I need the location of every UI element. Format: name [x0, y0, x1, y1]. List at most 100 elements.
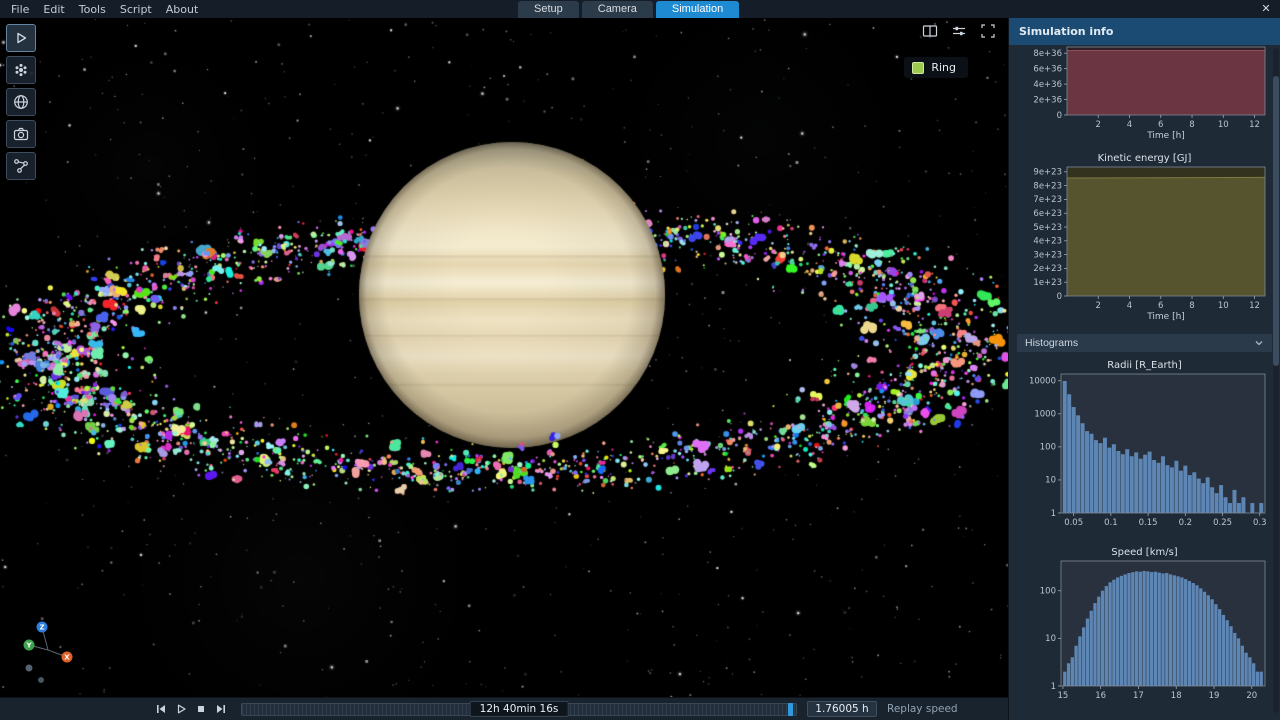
legend-swatch: [912, 62, 924, 74]
split-view-button[interactable]: [920, 22, 940, 40]
particles-icon: [12, 61, 30, 79]
svg-text:0.25: 0.25: [1213, 518, 1232, 528]
svg-text:0.1: 0.1: [1104, 518, 1118, 528]
svg-text:6e+36: 6e+36: [1033, 64, 1062, 74]
split-view-icon: [922, 23, 938, 39]
svg-text:0: 0: [1057, 292, 1062, 302]
viewport-column: Ring Z Y X: [0, 18, 1008, 720]
svg-text:0.3: 0.3: [1253, 518, 1267, 528]
svg-text:10: 10: [1218, 301, 1229, 311]
svg-text:8: 8: [1189, 120, 1194, 130]
play-icon: [12, 29, 30, 47]
svg-text:1: 1: [1051, 509, 1056, 519]
camera-icon: [12, 125, 30, 143]
timeline-scrubber[interactable]: 12h 40min 16s: [241, 703, 797, 716]
time-display: 12h 40min 16s: [470, 701, 569, 717]
svg-text:1e+23: 1e+23: [1033, 278, 1062, 288]
panel-scrollbar-thumb[interactable]: [1273, 76, 1279, 366]
menu-tools[interactable]: Tools: [72, 3, 113, 16]
tab-setup[interactable]: Setup: [518, 1, 579, 18]
svg-text:17: 17: [1133, 691, 1144, 701]
panel-title: Simulation info: [1009, 18, 1280, 45]
svg-text:12: 12: [1249, 301, 1260, 311]
close-button[interactable]: ✕: [1256, 0, 1276, 18]
play-button[interactable]: [172, 701, 189, 717]
scene-canvas[interactable]: [0, 18, 1008, 697]
chevron-down-icon: [1254, 339, 1264, 347]
axis-x-handle[interactable]: X: [62, 652, 73, 663]
stop-icon: [195, 703, 207, 715]
menu-bar: File Edit Tools Script About: [0, 3, 205, 16]
svg-text:8e+23: 8e+23: [1033, 181, 1062, 191]
svg-text:100: 100: [1040, 443, 1056, 453]
svg-text:Z: Z: [39, 624, 44, 632]
svg-text:20: 20: [1246, 691, 1257, 701]
timeline-thumb[interactable]: [788, 703, 793, 716]
skip-start-button[interactable]: [152, 701, 169, 717]
svg-text:9e+23: 9e+23: [1033, 168, 1062, 178]
svg-text:2: 2: [1096, 120, 1101, 130]
svg-text:Y: Y: [25, 642, 32, 650]
chart-title: Radii [R_Earth]: [1017, 360, 1272, 371]
stop-button[interactable]: [192, 701, 209, 717]
svg-text:X: X: [64, 654, 70, 662]
svg-text:2e+36: 2e+36: [1033, 95, 1062, 105]
fullscreen-icon: [980, 23, 996, 39]
histograms-section-header[interactable]: Histograms: [1017, 334, 1272, 352]
svg-text:0.05: 0.05: [1064, 518, 1083, 528]
replay-speed-input[interactable]: 1.76005 h: [807, 701, 877, 717]
axis-neg-handle[interactable]: [38, 677, 44, 683]
viewport-3d[interactable]: Ring Z Y X: [0, 18, 1008, 697]
skip-end-icon: [215, 703, 227, 715]
svg-text:4e+23: 4e+23: [1033, 237, 1062, 247]
ring-legend[interactable]: Ring: [904, 57, 968, 78]
svg-text:0.15: 0.15: [1139, 518, 1158, 528]
node-graph-tool-button[interactable]: [6, 152, 36, 180]
sliders-button[interactable]: [949, 22, 969, 40]
orientation-gizmo[interactable]: Z Y X: [14, 616, 94, 696]
chart-top-partial: 02e+364e+366e+368e+3624681012Time [h]: [1017, 45, 1272, 145]
simulation-app: File Edit Tools Script About Setup Camer…: [0, 0, 1280, 720]
svg-text:10: 10: [1045, 634, 1056, 644]
menu-edit[interactable]: Edit: [36, 3, 71, 16]
replay-speed-label: Replay speed: [887, 703, 958, 715]
svg-text:8: 8: [1189, 301, 1194, 311]
histogram-chart: 110100151617181920: [1017, 558, 1273, 708]
area-chart: 01e+232e+233e+234e+235e+236e+237e+238e+2…: [1017, 164, 1273, 322]
tab-simulation[interactable]: Simulation: [656, 1, 739, 18]
svg-text:100: 100: [1040, 586, 1056, 596]
skip-end-button[interactable]: [212, 701, 229, 717]
menu-about[interactable]: About: [159, 3, 206, 16]
simulation-info-panel: Simulation info 02e+364e+366e+368e+36246…: [1008, 18, 1280, 720]
axis-z-handle[interactable]: Z: [37, 622, 48, 633]
camera-tool-button[interactable]: [6, 120, 36, 148]
svg-text:19: 19: [1209, 691, 1220, 701]
svg-text:10000: 10000: [1029, 377, 1056, 387]
titlebar: File Edit Tools Script About Setup Camer…: [0, 0, 1280, 18]
svg-text:Time [h]: Time [h]: [1146, 312, 1185, 322]
axis-neg-handle[interactable]: [26, 665, 33, 672]
svg-text:5e+23: 5e+23: [1033, 223, 1062, 233]
panel-body: 02e+364e+366e+368e+3624681012Time [h] Ki…: [1009, 45, 1280, 720]
fullscreen-button[interactable]: [978, 22, 998, 40]
sliders-icon: [951, 23, 967, 39]
menu-script[interactable]: Script: [113, 3, 159, 16]
play-tool-button[interactable]: [6, 24, 36, 52]
svg-text:4: 4: [1127, 120, 1132, 130]
panel-scrollbar[interactable]: [1273, 48, 1279, 713]
axis-y-handle[interactable]: Y: [24, 640, 35, 651]
main-area: Ring Z Y X: [0, 18, 1280, 720]
menu-file[interactable]: File: [4, 3, 36, 16]
svg-text:15: 15: [1057, 691, 1068, 701]
svg-text:0.2: 0.2: [1179, 518, 1193, 528]
histogram-chart: 1101001000100000.050.10.150.20.250.3: [1017, 371, 1273, 535]
particles-tool-button[interactable]: [6, 56, 36, 84]
svg-text:6e+23: 6e+23: [1033, 209, 1062, 219]
chart-title: Speed [km/s]: [1017, 547, 1272, 558]
svg-text:10: 10: [1218, 120, 1229, 130]
histograms-label: Histograms: [1025, 337, 1078, 349]
area-chart: 02e+364e+366e+368e+3624681012Time [h]: [1017, 45, 1273, 141]
tab-camera[interactable]: Camera: [582, 1, 653, 18]
globe-tool-button[interactable]: [6, 88, 36, 116]
svg-text:Time [h]: Time [h]: [1146, 131, 1185, 141]
